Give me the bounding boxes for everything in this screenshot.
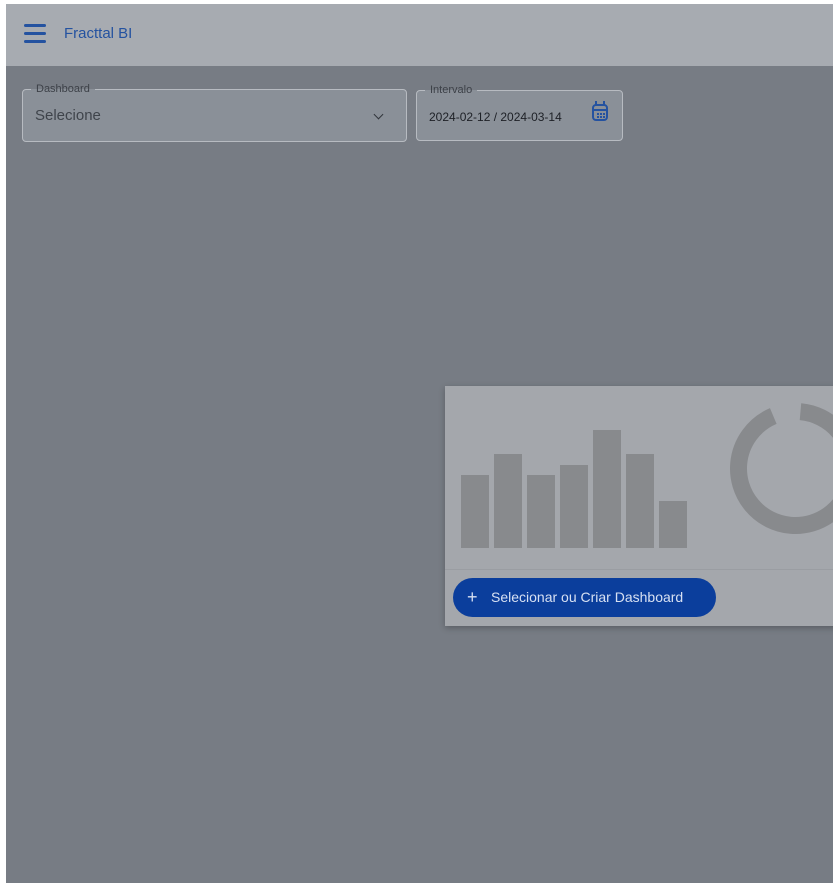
dashboard-select-label: Dashboard <box>31 82 95 96</box>
hamburger-menu-icon[interactable] <box>24 24 46 44</box>
placeholder-bar <box>593 430 621 548</box>
dashboard-select[interactable]: Dashboard Selecione <box>22 82 407 142</box>
interval-field-label: Intervalo <box>425 83 478 97</box>
placeholder-bar <box>494 454 522 548</box>
placeholder-chart-illustration <box>445 386 833 570</box>
chevron-down-icon <box>373 109 384 120</box>
plus-icon: + <box>467 587 478 607</box>
select-or-create-dashboard-label: Selecionar ou Criar Dashboard <box>491 589 684 605</box>
placeholder-bar <box>527 475 555 548</box>
calendar-icon[interactable] <box>592 101 608 121</box>
app-frame: Fracttal BI Dashboard Selecione Interval… <box>6 4 833 883</box>
app-title: Fracttal BI <box>64 25 133 42</box>
dashboard-select-value: Selecione <box>35 107 101 124</box>
interval-field[interactable]: Intervalo 2024-02-12 / 2024-03-14 <box>416 83 623 141</box>
select-or-create-dashboard-button[interactable]: + Selecionar ou Criar Dashboard <box>453 578 716 617</box>
placeholder-bar <box>659 501 687 548</box>
placeholder-bar <box>626 454 654 548</box>
placeholder-bar <box>461 475 489 548</box>
interval-field-value: 2024-02-12 / 2024-03-14 <box>429 110 562 124</box>
empty-dashboard-card: + Selecionar ou Criar Dashboard <box>445 386 833 626</box>
placeholder-donut-chart <box>730 403 833 534</box>
placeholder-bar <box>560 465 588 548</box>
top-app-bar: Fracttal BI <box>6 4 833 66</box>
